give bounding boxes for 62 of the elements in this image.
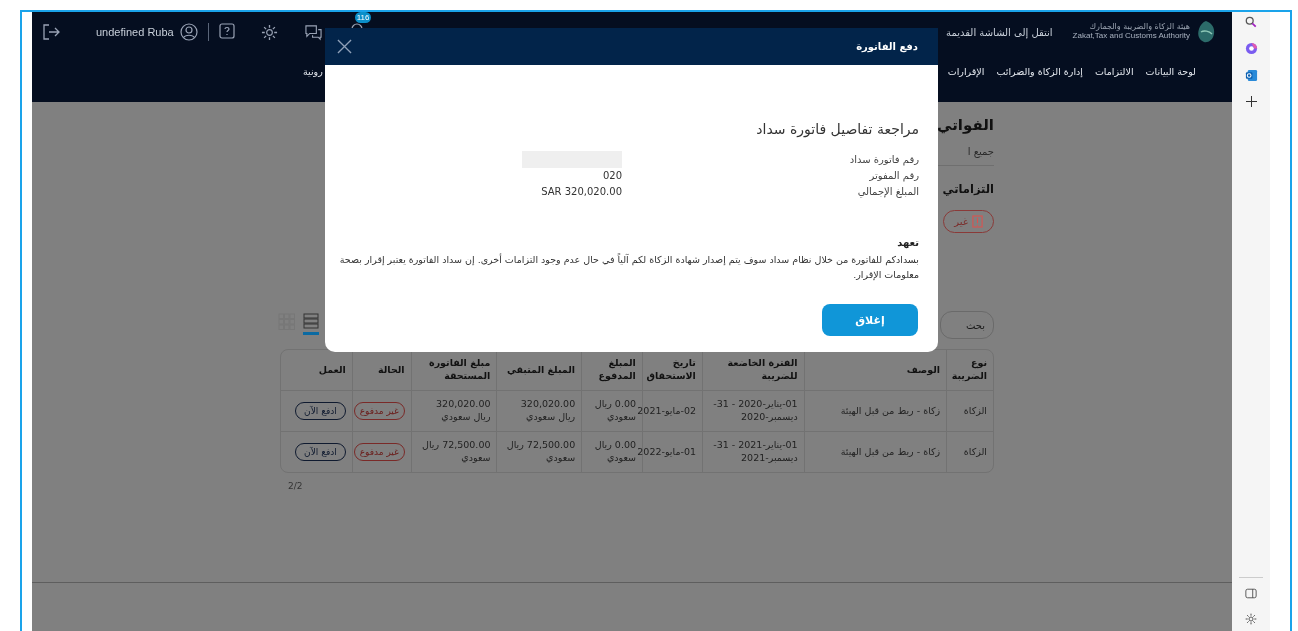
mail-app-icon[interactable] [1244, 69, 1258, 82]
table-cell: زكاة - ربط من قبل الهيئة [840, 404, 941, 418]
detail-value: SAR 320,020.00 [541, 185, 622, 197]
authority-logo-icon [1196, 20, 1216, 44]
authority-name: هيئة الزكاة والضريبة والجمارك [1089, 23, 1190, 32]
assistant-icon[interactable] [1244, 42, 1258, 55]
table-cell-text: 01-يناير-2020 - 31-ديسمبر-2020 [712, 398, 798, 424]
authority-name-english: Zakat,Tax and Customs Authority [1072, 32, 1190, 41]
old-screen-link[interactable]: انتقل إلى الشاشة القديمة [946, 26, 1053, 38]
pledge-title: تعهد [896, 237, 919, 248]
detail-value: 020 [602, 169, 622, 181]
table-cell-text: 0.00 ريال سعودي [593, 398, 636, 424]
table-cell-text: 01-يناير-2021 - 31-ديسمبر-2021 [712, 439, 798, 465]
pledge-text: بسدادكم للفاتورة من خلال نظام سداد سوف يتم إصدار شهادة الزكاة لكم آلياً في حال عدم وجود التزامات أخرى. إن سداد الفاتورة يعتبر إقرار بصحة معلومات الإقرار. [338, 252, 919, 283]
add-icon[interactable] [1245, 96, 1257, 107]
user-name[interactable]: undefined Ruba [96, 26, 174, 38]
nav-item[interactable]: رونية [303, 66, 323, 77]
column-header: المبلغ المدفوع [597, 357, 636, 383]
column-header: الوصف [906, 363, 940, 377]
detail-label: رقم فاتورة سداد [848, 153, 919, 165]
nav-item[interactable]: الالتزامات [1094, 66, 1134, 77]
column-header: الفترة الخاضعة للضريبة [726, 357, 798, 383]
nav-item[interactable]: إدارة الزكاة والضرائب [996, 66, 1083, 77]
logout-icon[interactable] [42, 23, 60, 41]
nav-item[interactable]: الإقرارات [947, 66, 985, 77]
nav-item[interactable]: لوحة البيانات [1145, 66, 1196, 77]
section-title: التزاماتي [942, 182, 994, 196]
user-icon[interactable] [179, 23, 198, 41]
notification-badge: 116 [354, 12, 372, 23]
help-icon[interactable] [218, 23, 235, 41]
pay-now-button[interactable]: ادفع الآن [295, 402, 346, 420]
column-header: الحالة [378, 363, 405, 377]
column-header: العمل [318, 363, 346, 377]
table-cell-text: 72,500.00 ريال سعودي [505, 439, 576, 465]
table-cell: 02-مايو-2021 [637, 404, 696, 418]
close-icon[interactable] [337, 39, 352, 54]
pagination-count: 2/2 [288, 481, 303, 491]
table-cell-text: 0.00 ريال سعودي [593, 439, 636, 465]
dialog-title: دفع الفاتورة [856, 41, 918, 52]
table-cell-text: 320,020.00 ريال سعودي [519, 398, 576, 424]
status-chip-label: غير [954, 216, 968, 227]
table-cell: الزكاة [963, 445, 987, 459]
alert-icon [972, 215, 983, 228]
table-cell: زكاة - ربط من قبل الهيئة [840, 445, 941, 459]
table-cell-text: 320,020.00 ريال سعودي [435, 398, 491, 424]
pay-now-button[interactable]: ادفع الآن [295, 443, 346, 461]
page-title: الفواتي [937, 116, 994, 136]
table-cell-text: 72,500.00 ريال سعودي [421, 439, 491, 465]
column-header: مبلغ الفاتورة المستحقة [428, 357, 491, 383]
search-field[interactable]: بحث [940, 311, 994, 339]
column-header: نوع الضريبة [951, 357, 987, 383]
column-header: تاريخ الاستحقاق [646, 357, 696, 383]
dialog-heading: مراجعة تفاصيل فاتورة سداد [755, 121, 919, 137]
table-cell: الزكاة [963, 404, 987, 418]
table-cell: 01-مايو-2022 [637, 445, 696, 459]
sidebar-toggle-icon[interactable] [1245, 588, 1257, 599]
search-icon[interactable] [1245, 16, 1257, 28]
list-view-icon[interactable] [302, 313, 320, 337]
detail-label: المبلغ الإجمالي [856, 185, 919, 197]
detail-label: رقم المفوتر [868, 169, 919, 181]
column-header: المبلغ المتبقي [506, 363, 576, 377]
chat-icon[interactable] [303, 23, 323, 41]
